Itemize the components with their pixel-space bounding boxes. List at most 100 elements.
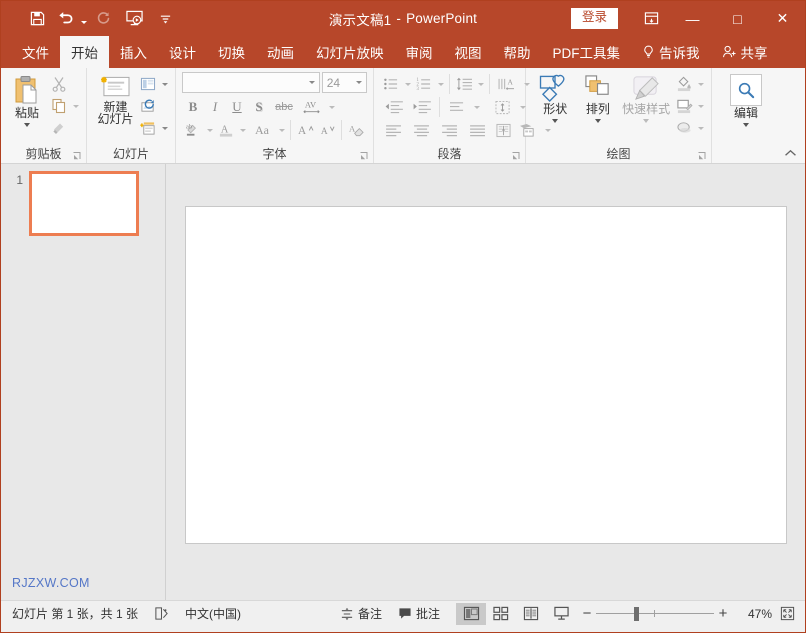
- quick-styles-dropdown-icon[interactable]: [643, 119, 650, 123]
- section-icon[interactable]: [137, 117, 159, 139]
- numbering-dropdown-icon[interactable]: [435, 73, 446, 95]
- shape-outline-icon[interactable]: [673, 95, 695, 117]
- copy-icon[interactable]: [48, 95, 70, 117]
- font-name-dropdown-icon[interactable]: [305, 73, 319, 92]
- paragraph-dialog-launcher[interactable]: [511, 150, 521, 160]
- section-dropdown-icon[interactable]: [159, 117, 170, 139]
- text-direction-icon[interactable]: A: [493, 73, 521, 95]
- zoom-slider-thumb[interactable]: [634, 606, 639, 621]
- arrange-dropdown-icon[interactable]: [594, 119, 601, 123]
- columns-icon[interactable]: [492, 119, 514, 141]
- underline-icon[interactable]: U: [226, 96, 248, 118]
- change-case-icon[interactable]: Aa: [248, 119, 276, 141]
- tab-insert[interactable]: 插入: [109, 36, 158, 68]
- decrease-indent-icon[interactable]: [380, 96, 408, 118]
- shape-outline-dropdown-icon[interactable]: [695, 95, 706, 117]
- language-status[interactable]: 中文(中国): [177, 601, 249, 627]
- sign-in-button[interactable]: 登录: [570, 8, 618, 29]
- tab-pdf-toolkit[interactable]: PDF工具集: [542, 36, 632, 68]
- copy-dropdown-icon[interactable]: [70, 95, 81, 117]
- drawing-dialog-launcher[interactable]: [697, 150, 707, 160]
- reset-icon[interactable]: [137, 95, 159, 117]
- collapse-ribbon-chevron-icon[interactable]: [781, 145, 799, 161]
- increase-indent-icon[interactable]: [408, 96, 436, 118]
- tab-share[interactable]: 共享: [711, 36, 779, 68]
- tab-view[interactable]: 视图: [444, 36, 493, 68]
- slide-canvas[interactable]: [184, 206, 787, 544]
- undo-icon[interactable]: [51, 6, 79, 32]
- numbering-icon[interactable]: 123: [413, 73, 435, 95]
- text-highlight-icon[interactable]: ab: [182, 119, 204, 141]
- new-slide-button[interactable]: 新建 幻灯片: [94, 71, 137, 126]
- cut-icon[interactable]: [48, 73, 70, 95]
- paste-dropdown-icon[interactable]: [24, 123, 30, 127]
- paragraph-direction-icon[interactable]: [443, 96, 471, 118]
- line-spacing-icon[interactable]: [453, 73, 475, 95]
- minimize-button[interactable]: —: [670, 1, 715, 36]
- start-slideshow-icon[interactable]: [117, 6, 151, 32]
- tab-animations[interactable]: 动画: [256, 36, 305, 68]
- shape-fill-icon[interactable]: [673, 73, 695, 95]
- arrange-button[interactable]: 排列: [577, 71, 620, 123]
- slide-count-status[interactable]: 幻灯片 第 1 张，共 1 张: [1, 601, 146, 627]
- accessibility-checker-icon[interactable]: [146, 601, 177, 627]
- close-button[interactable]: ✕: [760, 1, 805, 36]
- text-highlight-dropdown-icon[interactable]: [204, 119, 215, 141]
- strikethrough-icon[interactable]: abc: [270, 96, 298, 118]
- character-spacing-dropdown-icon[interactable]: [326, 96, 337, 118]
- undo-dropdown-icon[interactable]: [79, 6, 89, 32]
- notes-button[interactable]: 备注: [332, 601, 390, 627]
- ribbon-display-options-icon[interactable]: [632, 1, 670, 36]
- font-color-dropdown-icon[interactable]: [237, 119, 248, 141]
- layout-dropdown-icon[interactable]: [159, 73, 170, 95]
- tab-review[interactable]: 审阅: [395, 36, 444, 68]
- slide-show-view-button[interactable]: [546, 603, 576, 625]
- bullets-icon[interactable]: [380, 73, 402, 95]
- character-spacing-icon[interactable]: AV: [298, 96, 326, 118]
- quick-styles-button[interactable]: 快速样式: [619, 71, 673, 123]
- customize-qat-icon[interactable]: [151, 6, 179, 32]
- align-text-icon[interactable]: [489, 96, 517, 118]
- zoom-track[interactable]: [596, 603, 714, 625]
- clear-formatting-icon[interactable]: A: [345, 119, 367, 141]
- maximize-button[interactable]: □: [715, 1, 760, 36]
- font-color-icon[interactable]: A: [215, 119, 237, 141]
- font-name-combo[interactable]: [182, 72, 320, 93]
- fit-to-window-button[interactable]: [776, 601, 805, 627]
- font-size-combo[interactable]: 24: [321, 72, 367, 93]
- align-right-icon[interactable]: [436, 119, 464, 141]
- save-icon[interactable]: [23, 6, 51, 32]
- slide-sorter-view-button[interactable]: [486, 603, 516, 625]
- paragraph-direction-dropdown-icon[interactable]: [471, 96, 482, 118]
- tab-file[interactable]: 文件: [11, 36, 60, 68]
- comments-button[interactable]: 批注: [390, 601, 448, 627]
- shape-fill-dropdown-icon[interactable]: [695, 73, 706, 95]
- font-dialog-launcher[interactable]: [359, 150, 369, 160]
- clipboard-dialog-launcher[interactable]: [72, 150, 82, 160]
- shapes-button[interactable]: 形状: [534, 71, 577, 123]
- zoom-out-button[interactable]: −: [578, 606, 596, 621]
- shape-effects-dropdown-icon[interactable]: [695, 117, 706, 139]
- paste-button[interactable]: 粘贴: [6, 71, 48, 127]
- zoom-value[interactable]: 47%: [734, 607, 776, 621]
- change-case-dropdown-icon[interactable]: [276, 119, 287, 141]
- italic-icon[interactable]: I: [204, 96, 226, 118]
- shadow-icon[interactable]: S: [248, 96, 270, 118]
- line-spacing-dropdown-icon[interactable]: [475, 73, 486, 95]
- layout-icon[interactable]: [137, 73, 159, 95]
- zoom-in-button[interactable]: +: [714, 606, 732, 621]
- tab-design[interactable]: 设计: [158, 36, 207, 68]
- align-left-icon[interactable]: [380, 119, 408, 141]
- format-painter-icon[interactable]: [48, 117, 70, 139]
- slide-thumbnail-1[interactable]: [29, 171, 139, 236]
- bold-icon[interactable]: B: [182, 96, 204, 118]
- thumbnail-list-item[interactable]: 1: [1, 164, 165, 236]
- justify-icon[interactable]: [464, 119, 492, 141]
- shape-effects-icon[interactable]: [673, 117, 695, 139]
- tab-slideshow[interactable]: 幻灯片放映: [305, 36, 395, 68]
- normal-view-button[interactable]: [456, 602, 486, 625]
- editing-button[interactable]: 编辑: [724, 71, 768, 127]
- bullets-dropdown-icon[interactable]: [402, 73, 413, 95]
- shapes-dropdown-icon[interactable]: [552, 119, 559, 123]
- align-center-icon[interactable]: [408, 119, 436, 141]
